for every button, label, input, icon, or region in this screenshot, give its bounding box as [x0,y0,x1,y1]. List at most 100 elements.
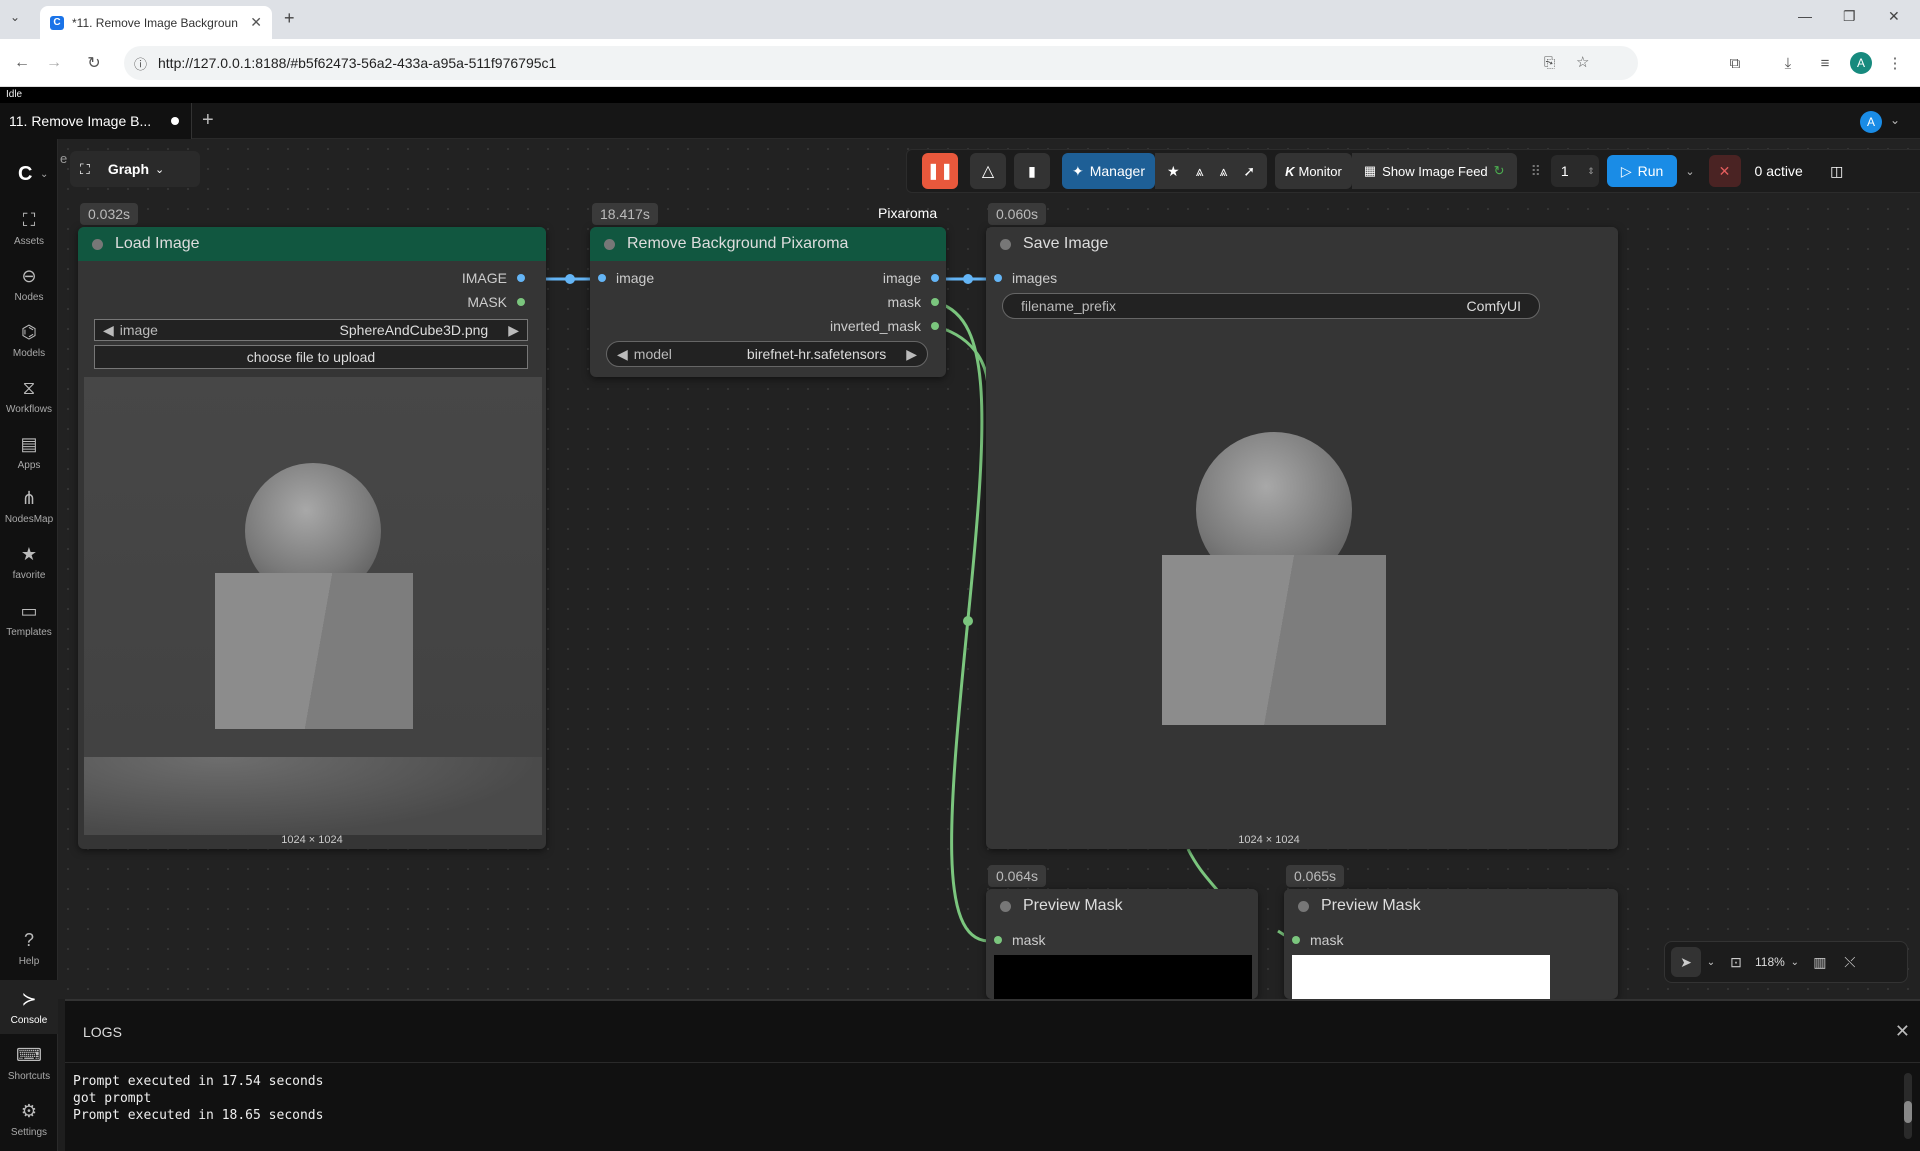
output-mask[interactable]: MASK [467,294,525,310]
new-tab-icon[interactable]: + [284,8,295,29]
unsaved-dot-icon[interactable] [171,117,179,125]
sidebar-item-nodes[interactable]: ⊖ Nodes [0,257,58,311]
sidebar-item-apps[interactable]: ▤ Apps [0,425,58,479]
collapse-dot-icon[interactable] [1000,900,1011,912]
site-info-icon[interactable]: ⓘ [134,54,147,73]
address-bar[interactable]: ⓘ http://127.0.0.1:8188/#b5f62473-56a2-4… [124,46,1638,80]
tool-b-icon[interactable]: ⩓ [1219,163,1227,180]
input-image[interactable]: image [598,270,654,286]
input-mask[interactable]: mask [1292,932,1343,948]
tool-chevron-icon[interactable]: ⌄ [1701,947,1721,977]
close-tab-icon[interactable]: ✕ [250,14,262,31]
preview-mask-node[interactable]: Preview Mask mask [986,889,1258,999]
workflow-tab[interactable]: 11. Remove Image B... [0,103,192,139]
close-window-icon[interactable]: ✕ [1888,8,1900,25]
sidebar-item-models[interactable]: ⌬ Models [0,313,58,367]
sidebar-item-console[interactable]: ≻ Console [0,980,58,1034]
forward-icon[interactable]: → [40,49,68,77]
input-socket[interactable] [994,274,1002,282]
panel-toggle-icon[interactable]: ◫ [1823,157,1851,185]
queue-status[interactable]: 0 active [1749,155,1809,187]
sidebar-item-settings[interactable]: ⚙ Settings [0,1092,58,1146]
share-icon[interactable]: ➚ [1243,163,1255,180]
output-socket[interactable] [931,298,939,306]
graph-view-selector[interactable]: ⛶ Graph ⌄ [70,151,200,187]
arrow-right-icon[interactable]: ▶ [508,322,519,339]
node-header[interactable]: Load Image [78,227,546,261]
browser-menu-icon[interactable]: ⋮ [1884,52,1906,74]
browser-tab[interactable]: C *11. Remove Image Backgroun ✕ [40,6,272,39]
extensions-icon[interactable]: ⧉ [1724,52,1746,74]
image-feed-button[interactable]: ▦ Show Image Feed ↻ [1351,153,1517,189]
logo-chevron-icon[interactable]: ⌄ [40,169,48,180]
media-controls-icon[interactable]: ≡ [1814,52,1836,74]
drag-handle-icon[interactable]: ⠿ [1531,163,1541,180]
sidebar-item-nodesmap[interactable]: ⋔ NodesMap [0,479,58,533]
restore-icon[interactable]: ❐ [1843,8,1856,25]
collapse-dot-icon[interactable] [92,238,103,250]
close-icon[interactable]: ✕ [1895,1021,1910,1042]
log-scrollbar[interactable] [1904,1073,1912,1139]
input-mask[interactable]: mask [994,932,1045,948]
output-inverted-mask[interactable]: inverted_mask [830,318,939,334]
node-header[interactable]: Remove Background Pixaroma [590,227,946,261]
output-socket[interactable] [517,298,525,306]
downloads-icon[interactable]: ⤓ [1777,52,1799,74]
reload-icon[interactable]: ↻ [80,49,108,77]
arrow-left-icon[interactable]: ◀ [103,322,114,339]
sidebar-item-shortcuts[interactable]: ⌨ Shortcuts [0,1036,58,1090]
input-images[interactable]: images [994,270,1057,286]
select-tool-icon[interactable]: ➤ [1671,947,1701,977]
sidebar-item-help[interactable]: ? Help [0,921,58,975]
link-midpoint-2[interactable] [963,274,973,284]
remove-background-node[interactable]: Remove Background Pixaroma image image m… [590,227,946,377]
stepper-icon[interactable]: ⇕ [1587,166,1595,177]
input-socket[interactable] [994,936,1002,944]
user-avatar[interactable]: A [1860,111,1882,133]
link-midpoint[interactable] [565,274,575,284]
model-combo[interactable]: ◀ model birefnet-hr.safetensors ▶ [606,341,928,367]
comfy-logo-icon[interactable]: C [18,163,32,186]
output-socket[interactable] [517,274,525,282]
graph-canvas[interactable]: ⛶ Graph ⌄ e ❚❚ △ ▮ ✦ Manager ★ ⩓ ⩓ ➚ K M… [58,139,1920,999]
minimap-icon[interactable]: ▥ [1805,947,1835,977]
star-icon[interactable]: ★ [1167,163,1180,180]
arrow-right-icon[interactable]: ▶ [906,346,917,363]
sidebar-item-favorite[interactable]: ★ favorite [0,535,58,589]
save-image-node[interactable]: Save Image images filename_prefix ComfyU… [986,227,1618,849]
link-visibility-icon[interactable]: ⤬ [1835,947,1865,977]
run-button[interactable]: ▷ Run [1606,155,1678,187]
collapse-dot-icon[interactable] [1298,900,1309,912]
new-workflow-icon[interactable]: + [202,109,214,132]
back-icon[interactable]: ← [8,49,36,77]
output-image[interactable]: image [883,270,939,286]
manager-button[interactable]: ✦ Manager [1062,153,1155,189]
output-image[interactable]: IMAGE [462,270,525,286]
node-header[interactable]: Preview Mask [1284,889,1618,923]
run-options-chevron-icon[interactable]: ⌄ [1685,165,1694,178]
image-combo[interactable]: ◀ image SphereAndCube3D.png ▶ [94,319,528,341]
node-header[interactable]: Preview Mask [986,889,1258,923]
browser-profile-avatar[interactable]: A [1850,52,1872,74]
sidebar-item-assets[interactable]: ⛶ Assets [0,201,58,255]
bookmark-icon[interactable]: ▮ [1014,153,1050,189]
output-mask[interactable]: mask [888,294,939,310]
preview-mask-node[interactable]: Preview Mask mask [1284,889,1618,999]
sidebar-item-templates[interactable]: ▭ Templates [0,592,58,646]
model-3d-icon[interactable]: △ [970,153,1006,189]
tool-a-icon[interactable]: ⩓ [1196,163,1204,180]
link-midpoint-3[interactable] [963,616,973,626]
filename-prefix-field[interactable]: filename_prefix ComfyUI [1002,293,1540,319]
load-image-node[interactable]: Load Image IMAGE MASK ◀ image SphereAndC… [78,227,546,849]
pixaroma-icon[interactable]: ❚❚ [922,153,958,189]
collapse-dot-icon[interactable] [1000,238,1011,250]
tab-search-icon[interactable]: ⌄ [10,10,20,24]
zoom-level[interactable]: 118% [1755,955,1785,969]
arrow-left-icon[interactable]: ◀ [617,346,628,363]
collapse-dot-icon[interactable] [604,238,615,250]
output-socket[interactable] [931,274,939,282]
zoom-chevron-icon[interactable]: ⌄ [1785,947,1805,977]
fit-view-icon[interactable]: ⊡ [1721,947,1751,977]
batch-count-input[interactable]: 1 ⇕ [1550,155,1599,187]
upload-button[interactable]: choose file to upload [94,345,528,369]
